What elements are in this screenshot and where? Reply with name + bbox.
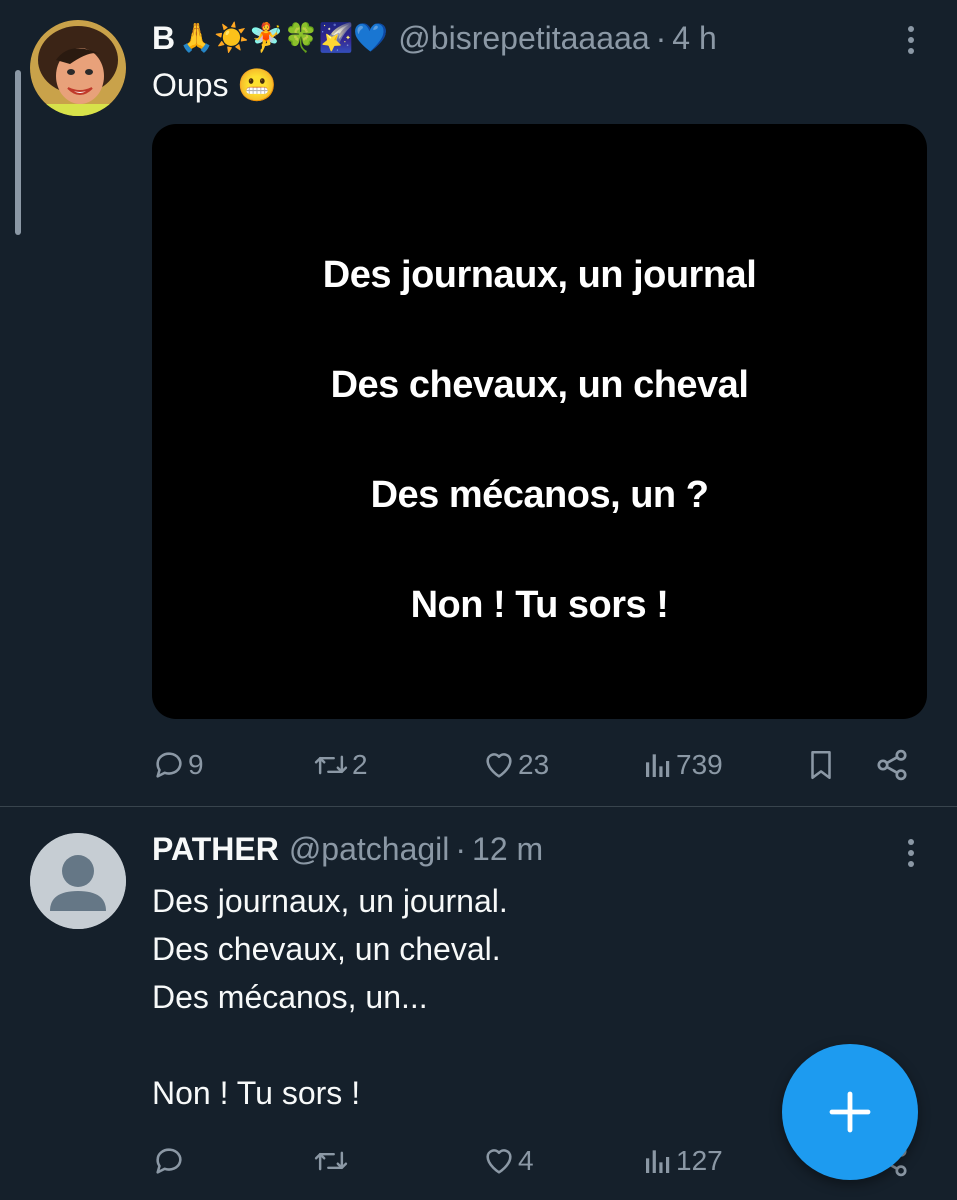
analytics-icon — [646, 754, 670, 777]
image-text-line: Non ! Tu sors ! — [410, 584, 669, 626]
share-icon — [877, 749, 907, 781]
bookmark-icon — [811, 750, 831, 780]
image-text-line: Des journaux, un journal — [322, 254, 757, 296]
image-text-line: Des mécanos, un ? — [370, 474, 709, 516]
views-button[interactable]: 127 — [642, 1139, 723, 1183]
bookmark-button[interactable] — [804, 743, 838, 787]
reply-icon — [156, 752, 182, 778]
reply-button[interactable]: 9 — [152, 743, 204, 787]
separator: · — [655, 20, 667, 56]
name-emojis: 🙏☀️🧚🍀🌠💙 — [179, 22, 389, 53]
retweet-icon — [314, 755, 348, 775]
compose-button[interactable] — [782, 1044, 918, 1180]
retweet-count: 2 — [352, 749, 368, 780]
more-options-icon[interactable] — [901, 833, 921, 873]
image-text-line: Des chevaux, un cheval — [330, 364, 749, 406]
tweet-header: B 🙏☀️🧚🍀🌠💙 @bisrepetitaaaaa · 4 h — [152, 18, 717, 58]
timestamp[interactable]: 4 h — [672, 18, 716, 58]
tweet-image[interactable]: Des journaux, un journal Des chevaux, un… — [152, 124, 927, 719]
like-button[interactable]: 4 — [482, 1139, 534, 1183]
reply-count: 9 — [188, 749, 204, 780]
tweet-header: PATHER @patchagil · 12 m — [152, 829, 543, 869]
heart-icon — [486, 1149, 512, 1174]
tweet-1[interactable]: B 🙏☀️🧚🍀🌠💙 @bisrepetitaaaaa · 4 h Oups 😬 … — [0, 0, 957, 806]
timestamp[interactable]: 12 m — [472, 829, 543, 869]
user-handle[interactable]: @patchagil — [289, 829, 450, 869]
analytics-icon — [646, 1150, 670, 1173]
share-button[interactable] — [874, 743, 910, 787]
retweet-icon — [314, 1151, 348, 1171]
like-count: 23 — [518, 749, 550, 780]
retweet-button[interactable] — [312, 1139, 352, 1183]
separator: · — [455, 831, 467, 867]
retweet-button[interactable]: 2 — [312, 743, 368, 787]
avatar[interactable] — [30, 833, 126, 929]
like-count: 4 — [518, 1145, 534, 1176]
like-button[interactable]: 23 — [482, 743, 549, 787]
user-handle[interactable]: @bisrepetitaaaaa — [398, 18, 649, 58]
reply-button[interactable] — [152, 1139, 188, 1183]
reply-icon — [156, 1148, 182, 1174]
heart-icon — [486, 753, 512, 778]
display-name[interactable]: B — [152, 18, 175, 58]
plus-icon — [829, 1091, 871, 1133]
more-options-icon[interactable] — [901, 20, 921, 60]
tweet-actions: 9 2 23 739 — [152, 743, 912, 787]
view-count: 127 — [676, 1145, 723, 1176]
tweet-text: Oups 😬 — [152, 67, 278, 103]
display-name[interactable]: PATHER — [152, 829, 279, 869]
views-button[interactable]: 739 — [642, 743, 723, 787]
tweet-text: Des journaux, un journal. Des chevaux, u… — [152, 883, 508, 1111]
avatar[interactable] — [30, 20, 126, 116]
view-count: 739 — [676, 749, 723, 780]
